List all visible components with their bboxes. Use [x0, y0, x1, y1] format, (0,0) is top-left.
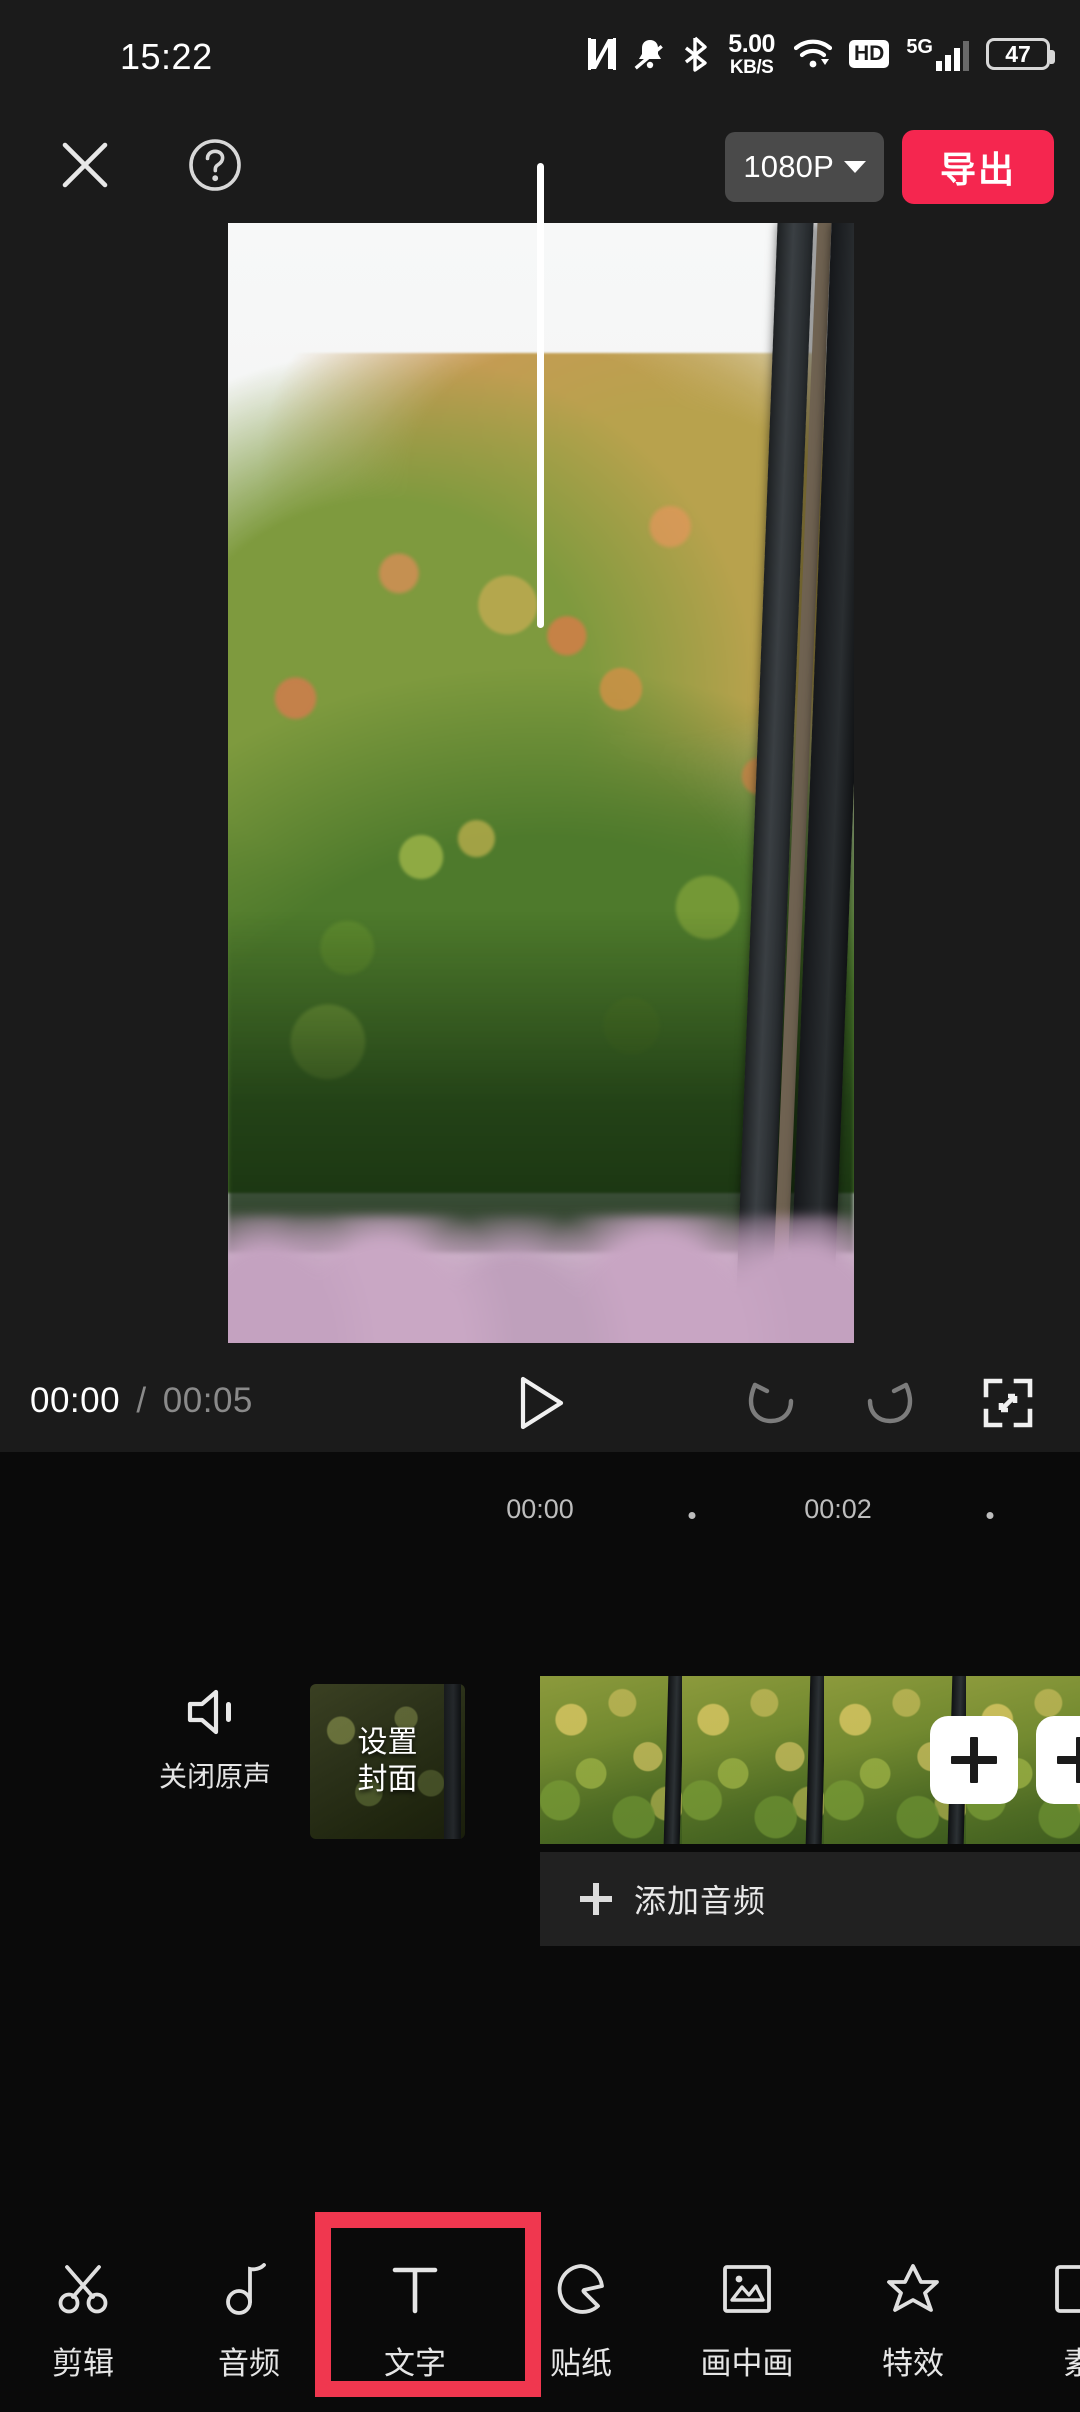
ruler-tick-label: 00:02 [804, 1494, 872, 1525]
status-bar: 15:22 5.00 KB/S [0, 0, 1080, 100]
total-time: 00:05 [163, 1381, 253, 1420]
network-type-label: 5G [906, 37, 933, 57]
playback-bar: 00:00 / 00:05 [0, 1352, 1080, 1452]
add-audio-track[interactable]: 添加音频 [540, 1852, 1080, 1946]
resolution-selector[interactable]: 1080P [725, 132, 884, 202]
signal-bars [936, 41, 969, 71]
music-note-icon [224, 2260, 274, 2318]
plus-icon [580, 1883, 612, 1915]
tool-item-sticker[interactable]: 贴纸 [498, 2230, 664, 2412]
set-cover-line1: 设置 [358, 1725, 418, 1762]
nfc-icon [587, 37, 617, 71]
playhead[interactable] [537, 163, 544, 628]
resolution-label: 1080P [743, 149, 834, 185]
chevron-down-icon [844, 161, 866, 173]
tool-label: 素 [1064, 2338, 1080, 2383]
video-frame-thumbnail[interactable] [682, 1676, 824, 1844]
plus-icon [1057, 1737, 1080, 1783]
notifications-muted-icon [634, 37, 666, 71]
export-button[interactable]: 导出 [902, 130, 1054, 204]
star-effects-icon [885, 2260, 941, 2318]
battery-icon: 47 [986, 38, 1050, 70]
tool-item-material[interactable]: 素 [996, 2230, 1080, 2412]
status-bar-icons: 5.00 KB/S HD 5G 47 [587, 34, 1050, 74]
tool-item-effects[interactable]: 特效 [830, 2230, 996, 2412]
scissors-icon [55, 2260, 111, 2318]
tool-item-audio[interactable]: 音频 [166, 2230, 332, 2412]
export-label: 导出 [940, 141, 1016, 193]
mute-original-audio-button[interactable]: 关闭原声 [140, 1686, 290, 1795]
tool-item-text[interactable]: 文字 [332, 2230, 498, 2412]
network-speed-value: 5.00 [728, 32, 775, 57]
bluetooth-icon [683, 36, 709, 72]
fullscreen-button[interactable] [982, 1377, 1034, 1429]
time-display: 00:00 / 00:05 [30, 1381, 253, 1421]
hd-icon: HD [849, 40, 889, 67]
tool-label: 贴纸 [550, 2338, 612, 2383]
tool-item-clip[interactable]: 剪辑 [0, 2230, 166, 2412]
timeline-ruler[interactable]: 00:00 00:02 [0, 1452, 1080, 1552]
help-button[interactable] [188, 138, 242, 192]
material-icon [1052, 2260, 1080, 2318]
picture-in-picture-icon [720, 2260, 774, 2318]
battery-level: 47 [1005, 43, 1031, 66]
tool-label: 画中画 [701, 2338, 794, 2383]
signal-bars-icon: 5G [906, 37, 969, 71]
tool-item-picture-in-picture[interactable]: 画中画 [664, 2230, 830, 2412]
undo-button[interactable] [745, 1379, 799, 1429]
bottom-toolbar[interactable]: 剪辑 音频 文字 贴纸 [0, 2230, 1080, 2412]
network-speed-unit: KB/S [730, 58, 773, 77]
time-separator: / [136, 1381, 146, 1420]
play-button[interactable] [515, 1375, 567, 1431]
ruler-tick-label: 00:00 [506, 1494, 574, 1525]
tool-label: 文字 [384, 2338, 446, 2383]
add-clip-button[interactable] [930, 1716, 1018, 1804]
status-bar-clock: 15:22 [120, 36, 213, 78]
tool-label: 特效 [882, 2338, 944, 2383]
current-time: 00:00 [30, 1381, 120, 1420]
text-t-icon [389, 2260, 441, 2318]
sticker-icon [554, 2260, 608, 2318]
ruler-tick-dot [987, 1512, 994, 1519]
ruler-tick-dot [689, 1512, 696, 1519]
tool-label: 剪辑 [52, 2338, 114, 2383]
mute-original-audio-label: 关闭原声 [159, 1755, 271, 1795]
add-clip-button-secondary[interactable] [1036, 1716, 1080, 1804]
close-button[interactable] [60, 140, 110, 190]
speaker-icon [184, 1686, 246, 1743]
set-cover-button[interactable]: 设置 封面 [310, 1684, 465, 1839]
frame-rail [805, 1676, 824, 1844]
plus-icon [951, 1737, 997, 1783]
tool-label: 音频 [218, 2338, 280, 2383]
preview-blossom-foreground [228, 1215, 854, 1343]
video-frame-thumbnail[interactable] [540, 1676, 682, 1844]
frame-rail [663, 1676, 682, 1844]
redo-button[interactable] [862, 1379, 916, 1429]
wifi-icon [794, 39, 832, 69]
set-cover-line2: 封面 [358, 1762, 418, 1799]
network-speed-indicator: 5.00 KB/S [728, 32, 775, 77]
add-audio-label: 添加音频 [634, 1876, 766, 1922]
